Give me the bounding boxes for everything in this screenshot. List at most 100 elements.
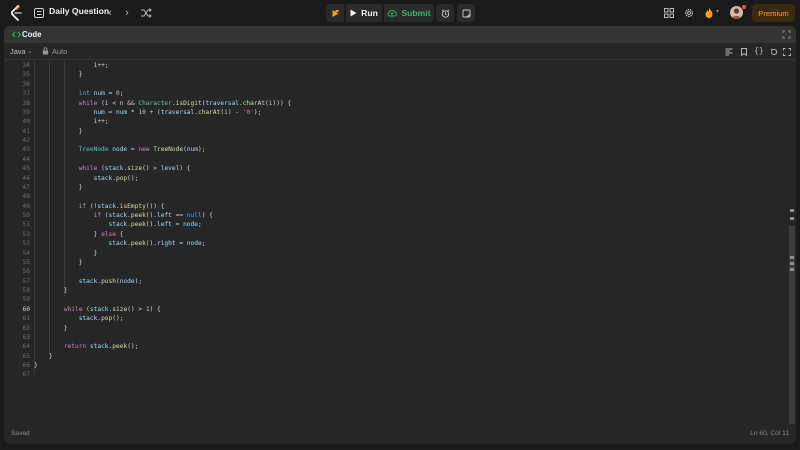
line-number: 40 xyxy=(22,118,30,126)
line-number: 59 xyxy=(22,296,30,304)
alarm-icon xyxy=(441,8,449,18)
code-line: i++; xyxy=(93,118,109,126)
chevron-right-icon[interactable]: › xyxy=(122,7,132,19)
code-line: return stack.peek(); xyxy=(63,343,139,351)
code-icon xyxy=(12,31,21,38)
line-number: 62 xyxy=(22,324,30,332)
code-line: if (stack.peek().left == null) { xyxy=(93,212,213,219)
code-line: stack.pop(); xyxy=(78,315,124,323)
code-line: stack.peek().left = node; xyxy=(108,221,202,229)
premium-button[interactable]: Premium xyxy=(752,4,795,22)
code-panel: Code Java ⌄ Auto {} 34 35 36 37 38 39 40 41 42 43… xyxy=(4,26,796,444)
flame-icon[interactable] xyxy=(703,7,715,19)
braces-icon[interactable]: {} xyxy=(754,46,764,55)
line-number: 53 xyxy=(22,240,30,248)
line-number: 57 xyxy=(22,277,30,285)
code-line: } xyxy=(34,249,98,257)
problem-list-icon[interactable] xyxy=(34,8,44,18)
line-number: 63 xyxy=(22,333,30,341)
chevron-left-icon[interactable]: ‹ xyxy=(105,7,115,19)
expand-icon[interactable] xyxy=(782,30,791,39)
layout-icon[interactable] xyxy=(663,7,675,19)
line-number: 55 xyxy=(22,258,30,266)
reset-icon[interactable] xyxy=(770,48,778,56)
code-line: TreeNode node = new TreeNode(num); xyxy=(78,146,206,154)
line-number: 34 xyxy=(22,62,30,69)
line-number: 60 xyxy=(22,305,30,313)
submit-label: Submit xyxy=(401,8,431,18)
run-button[interactable]: Run xyxy=(346,4,382,22)
top-nav: Daily Question ‹ › Run Submit ▾ Premium xyxy=(0,0,800,26)
line-number: 42 xyxy=(22,137,30,144)
code-editor[interactable]: 34 35 36 37 38 39 40 41 42 43 44 45 46 47 48 49 50 51 52 53… xyxy=(4,61,796,424)
lock-icon xyxy=(42,47,49,55)
code-line: num = num * 10 + (traversal.charAt(i) - … xyxy=(93,108,262,116)
overview-ruler-mark xyxy=(790,268,794,271)
line-number: 45 xyxy=(22,165,30,173)
avatar[interactable] xyxy=(730,6,743,19)
line-number: 46 xyxy=(22,174,30,182)
auto-mode-toggle[interactable]: Auto xyxy=(52,47,67,56)
line-number: 66 xyxy=(22,362,30,369)
fullscreen-icon[interactable] xyxy=(783,48,791,56)
problem-list-title[interactable]: Daily Question xyxy=(49,6,109,16)
code-line: while (stack.size() > level) { xyxy=(78,165,191,173)
code-content[interactable]: i++; } int num = 0; while (i < n && Char… xyxy=(34,61,291,380)
editor-toolbar: Java ⌄ Auto {} xyxy=(4,43,796,60)
line-number: 61 xyxy=(22,315,30,323)
line-number: 51 xyxy=(22,221,30,229)
code-line: while (stack.size() > 1) { xyxy=(63,305,161,313)
save-status: Saved xyxy=(11,430,30,437)
debug-icon xyxy=(332,9,338,17)
line-number: 38 xyxy=(22,99,30,107)
code-line: } xyxy=(34,258,83,266)
line-number: 64 xyxy=(22,343,30,351)
shuffle-icon[interactable] xyxy=(140,7,152,19)
overview-ruler-mark xyxy=(790,256,794,259)
line-number: 48 xyxy=(22,193,30,201)
notification-dot xyxy=(742,5,746,9)
notes-button[interactable] xyxy=(457,4,475,22)
debug-button[interactable] xyxy=(326,4,344,22)
line-number-gutter: 34 35 36 37 38 39 40 41 42 43 44 45 46 47 48 49 50 51 52 53… xyxy=(4,61,30,380)
logo-icon[interactable] xyxy=(9,5,23,21)
streak-dropdown-icon[interactable]: ▾ xyxy=(716,8,719,15)
status-bar: Saved Ln 60, Col 11 xyxy=(4,424,796,444)
line-number: 52 xyxy=(22,230,30,238)
line-number: 56 xyxy=(22,268,30,276)
language-select[interactable]: Java xyxy=(10,47,26,56)
line-number: 54 xyxy=(22,249,30,257)
code-line: } xyxy=(34,352,53,360)
line-number: 37 xyxy=(22,90,30,98)
panel-title: Code xyxy=(22,30,42,39)
code-line: stack.pop(); xyxy=(93,174,139,182)
code-line: stack.peek().right = node; xyxy=(108,240,206,248)
editor-scrollbar[interactable] xyxy=(788,61,796,424)
line-number: 65 xyxy=(22,352,30,360)
overview-ruler-mark xyxy=(790,209,794,212)
code-line: if (!stack.isEmpty()) { xyxy=(78,202,165,210)
cursor-position[interactable]: Ln 60, Col 11 xyxy=(750,430,789,437)
cloud-upload-icon xyxy=(387,9,398,17)
code-line: } xyxy=(34,183,83,191)
code-line: int num = 0; xyxy=(78,90,124,98)
line-number: 47 xyxy=(22,183,30,191)
submit-button[interactable]: Submit xyxy=(384,4,434,22)
overview-ruler-mark xyxy=(790,262,794,265)
code-line: stack.push(node); xyxy=(78,277,143,285)
line-number: 36 xyxy=(22,80,30,88)
code-line: } xyxy=(34,324,68,332)
note-icon xyxy=(462,9,470,17)
format-icon[interactable] xyxy=(725,48,733,56)
timer-button[interactable] xyxy=(436,4,454,22)
chevron-down-icon[interactable]: ⌄ xyxy=(27,47,33,55)
line-number: 41 xyxy=(22,127,30,135)
play-icon xyxy=(350,9,357,17)
bookmark-icon[interactable] xyxy=(740,48,748,56)
gear-icon[interactable] xyxy=(683,7,695,19)
